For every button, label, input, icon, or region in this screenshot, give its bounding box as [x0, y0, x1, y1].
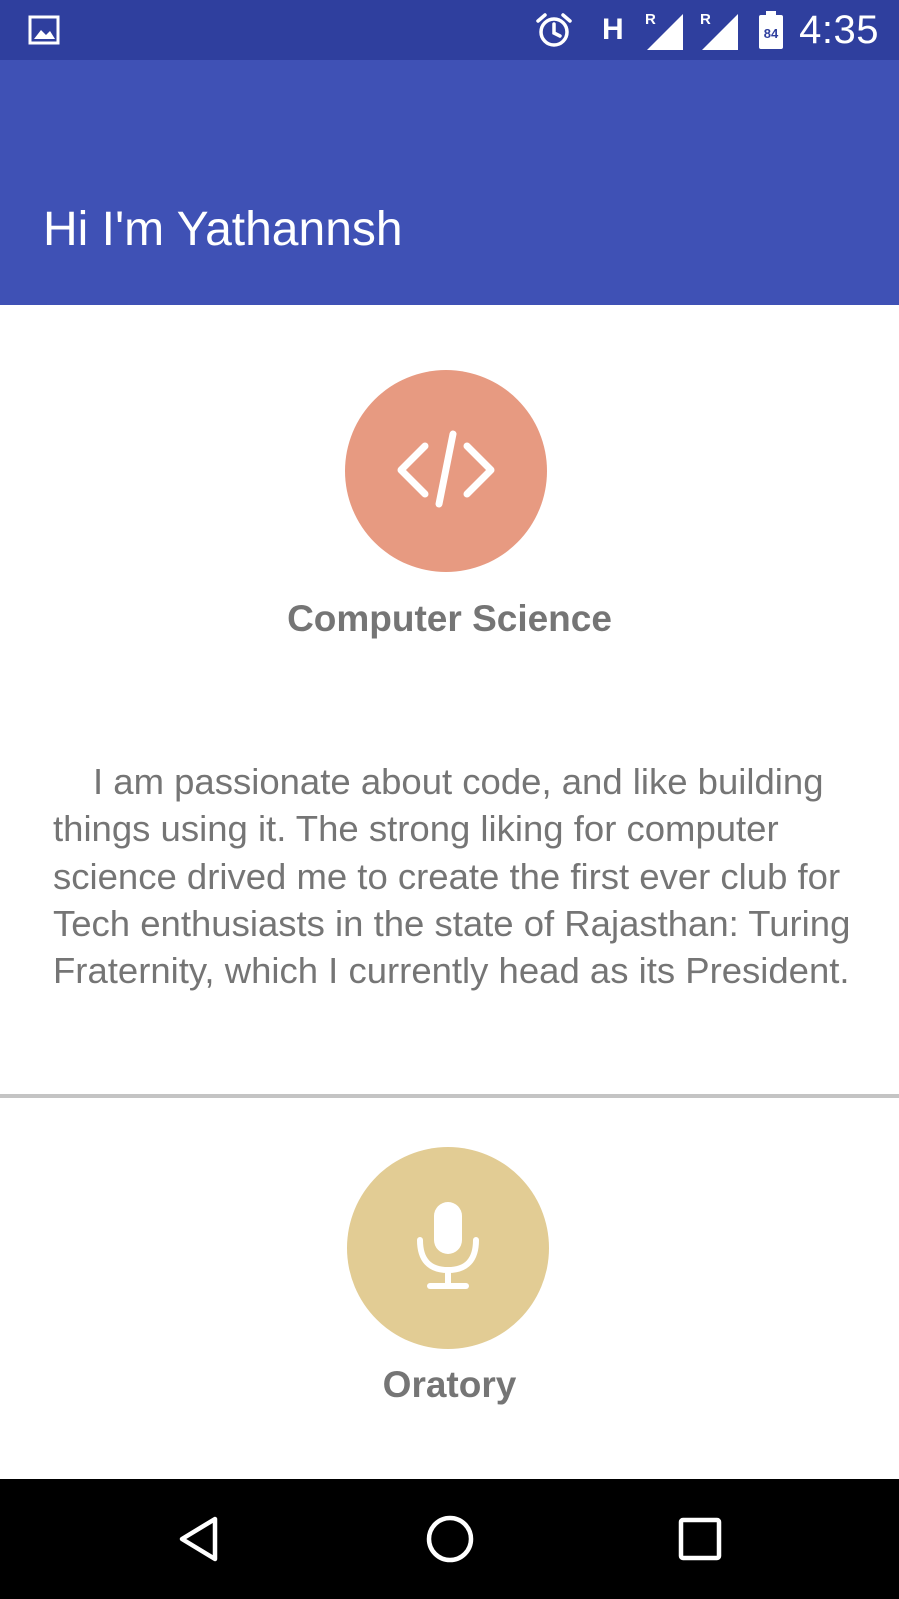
roaming-label: R [700, 11, 711, 28]
image-icon [28, 0, 60, 60]
battery-icon: 84 [758, 0, 784, 60]
roaming-label: R [645, 11, 656, 28]
code-icon [391, 424, 501, 518]
navigation-bar [0, 1479, 899, 1599]
oratory-badge [347, 1147, 549, 1349]
microphone-icon [408, 1196, 488, 1300]
battery-level: 84 [764, 26, 779, 41]
signal-icon: R [700, 0, 740, 60]
app-bar [0, 60, 899, 305]
clock: 4:35 [799, 8, 879, 52]
section-divider [0, 1094, 899, 1098]
screen: H R R 84 4:35 Hi I'm Yathannsh Computer … [0, 0, 899, 1599]
section-title-computer-science: Computer Science [287, 598, 612, 639]
section-title-oratory: Oratory [382, 1364, 517, 1405]
home-icon[interactable] [390, 1479, 510, 1599]
section-description: I am passionate about code, and like bui… [53, 761, 851, 992]
page-title: Hi I'm Yathannsh [43, 203, 403, 256]
signal-icon: R [645, 0, 685, 60]
network-type-label: H [602, 13, 624, 46]
alarm-icon [534, 0, 574, 60]
computer-science-badge [345, 370, 547, 572]
back-icon[interactable] [141, 1479, 261, 1599]
status-bar: H R R 84 4:35 [0, 0, 899, 60]
recents-icon[interactable] [640, 1479, 760, 1599]
